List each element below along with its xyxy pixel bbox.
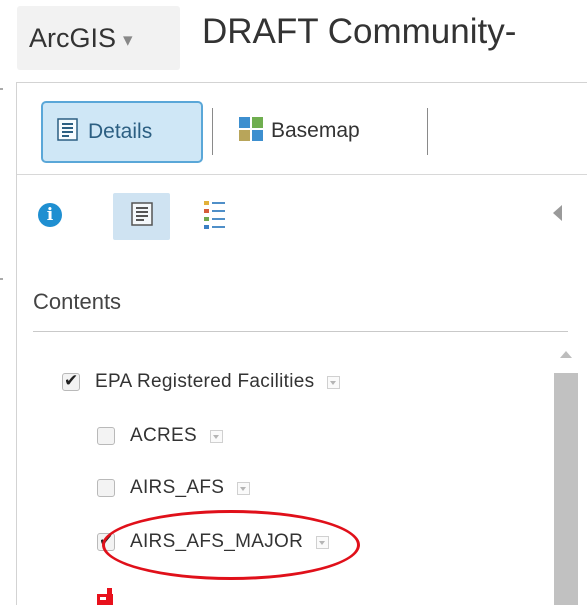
layer-options-chevron-icon[interactable] xyxy=(327,375,341,389)
contents-divider xyxy=(33,331,568,332)
layer-item[interactable]: ACRES xyxy=(97,421,223,451)
left-edge-tick xyxy=(0,278,3,280)
side-panel: Details Basemap i Contents ✔ EPA Registe… xyxy=(16,82,587,605)
toolbar-divider-line xyxy=(17,174,587,175)
layer-item[interactable]: EPA Registered Facilities xyxy=(62,367,341,397)
toolbar-divider xyxy=(212,108,213,155)
scroll-up-arrow-icon[interactable] xyxy=(560,351,572,358)
legend-button[interactable] xyxy=(204,200,226,235)
basemap-icon xyxy=(239,116,263,146)
layer-checkbox[interactable] xyxy=(62,371,80,391)
layer-item[interactable]: AIRS_AFS xyxy=(97,473,251,503)
left-edge-tick xyxy=(0,88,3,90)
toolbar-divider xyxy=(427,108,428,155)
app-name: ArcGIS xyxy=(29,22,117,53)
layer-label: AIRS_AFS_MAJOR xyxy=(130,531,304,552)
layer-options-chevron-icon[interactable] xyxy=(316,535,330,549)
layer-label: AIRS_AFS xyxy=(130,477,225,498)
details-content-button[interactable] xyxy=(113,193,170,240)
factory-symbol-icon xyxy=(96,587,114,605)
details-icon xyxy=(57,118,78,146)
layer-options-chevron-icon[interactable] xyxy=(209,429,223,443)
app-menu-button[interactable]: ArcGIS ▾ xyxy=(17,6,180,70)
layer-options-chevron-icon[interactable] xyxy=(237,481,251,495)
layer-label: ACRES xyxy=(130,425,197,446)
map-title: DRAFT Community- xyxy=(202,12,517,51)
layer-label: EPA Registered Facilities xyxy=(95,371,315,392)
layer-checkbox[interactable] xyxy=(97,427,115,445)
tab-details-label: Details xyxy=(88,120,153,143)
scroll-thumb[interactable] xyxy=(554,373,578,605)
legend-icon xyxy=(204,201,226,234)
tab-basemap[interactable]: Basemap xyxy=(239,111,360,151)
layer-checkbox[interactable] xyxy=(97,531,115,551)
triangle-left-icon[interactable] xyxy=(553,205,562,221)
layer-checkbox[interactable] xyxy=(97,479,115,497)
contents-heading: Contents xyxy=(33,289,122,314)
layer-item[interactable]: AIRS_AFS_MAJOR xyxy=(97,527,330,557)
details-icon xyxy=(130,202,153,231)
chevron-down-icon: ▾ xyxy=(123,29,133,51)
tab-basemap-label: Basemap xyxy=(271,119,360,142)
tab-details[interactable]: Details xyxy=(41,101,203,163)
info-icon[interactable]: i xyxy=(38,203,62,227)
contents-scrollbar[interactable] xyxy=(552,343,579,605)
